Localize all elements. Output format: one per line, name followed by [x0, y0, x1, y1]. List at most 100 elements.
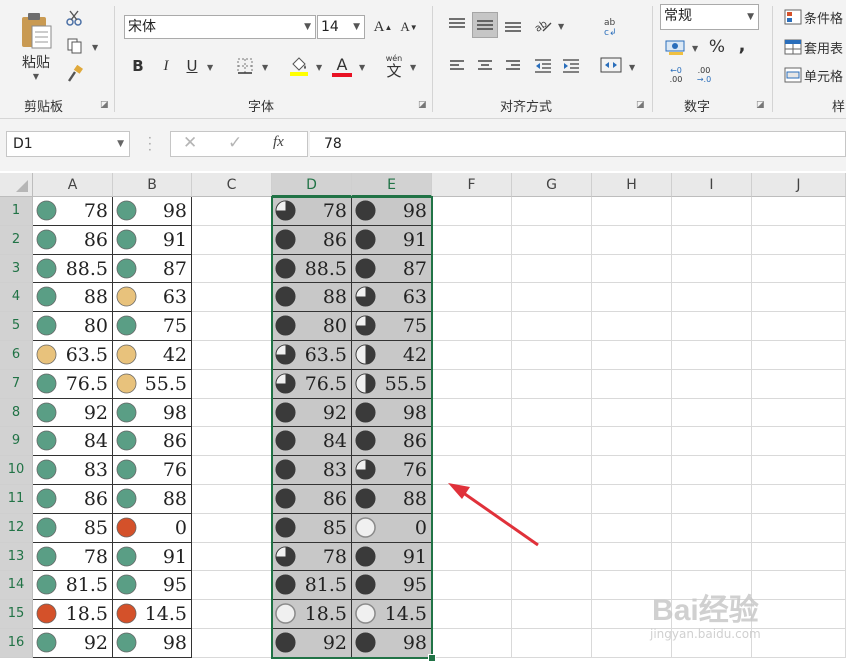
align-left-button[interactable] [446, 56, 468, 76]
row-header-11[interactable]: 11 [0, 485, 33, 514]
accounting-format-button[interactable] [664, 36, 688, 58]
cell-g14[interactable] [512, 571, 592, 601]
cell-d5[interactable]: 80 [272, 312, 352, 341]
cell-h4[interactable] [592, 283, 672, 313]
cell-b6[interactable]: 42 [113, 341, 192, 370]
cell-j7[interactable] [752, 369, 846, 399]
cell-g15[interactable] [512, 600, 592, 629]
cell-d7[interactable]: 76.5 [272, 369, 352, 399]
cell-g6[interactable] [512, 341, 592, 370]
cell-c1[interactable] [192, 197, 272, 226]
row-header-14[interactable]: 14 [0, 571, 33, 601]
cell-e10[interactable]: 76 [352, 456, 432, 485]
cell-f3[interactable] [432, 254, 512, 284]
accounting-dropdown-icon[interactable]: ▼ [692, 44, 698, 53]
cell-c5[interactable] [192, 312, 272, 341]
formula-input[interactable]: 78 [310, 131, 846, 157]
cell-g4[interactable] [512, 283, 592, 313]
cell-h3[interactable] [592, 254, 672, 284]
cell-b16[interactable]: 98 [113, 629, 192, 658]
cell-d2[interactable]: 86 [272, 225, 352, 255]
column-header-h[interactable]: H [592, 173, 672, 197]
cell-h6[interactable] [592, 341, 672, 370]
cell-b3[interactable]: 87 [113, 254, 192, 284]
cell-g16[interactable] [512, 629, 592, 658]
cell-h11[interactable] [592, 485, 672, 514]
cell-g2[interactable] [512, 225, 592, 255]
cell-f2[interactable] [432, 225, 512, 255]
cell-c14[interactable] [192, 571, 272, 601]
row-header-8[interactable]: 8 [0, 398, 33, 428]
cell-d8[interactable]: 92 [272, 398, 352, 428]
cell-c8[interactable] [192, 398, 272, 428]
cell-e2[interactable]: 91 [352, 225, 432, 255]
cell-i6[interactable] [672, 341, 752, 370]
underline-button[interactable]: U [182, 56, 202, 76]
cell-e9[interactable]: 86 [352, 427, 432, 457]
chevron-down-icon[interactable]: ▼ [117, 132, 124, 156]
number-format-combo[interactable]: 常规 ▼ [660, 4, 759, 30]
align-center-button[interactable] [474, 56, 496, 76]
cell-c6[interactable] [192, 341, 272, 370]
align-bottom-button[interactable] [502, 14, 524, 36]
cell-h2[interactable] [592, 225, 672, 255]
cell-h10[interactable] [592, 456, 672, 485]
font-color-dropdown-icon[interactable]: ▼ [359, 63, 365, 72]
formula-bar-grip-icon[interactable]: · · · [148, 132, 152, 156]
cell-b10[interactable]: 76 [113, 456, 192, 485]
cell-j11[interactable] [752, 485, 846, 514]
cell-e11[interactable]: 88 [352, 485, 432, 514]
cell-e3[interactable]: 87 [352, 254, 432, 284]
cell-h1[interactable] [592, 197, 672, 226]
underline-dropdown-icon[interactable]: ▼ [207, 63, 213, 72]
cell-a11[interactable]: 86 [33, 485, 113, 514]
increase-decimal-button[interactable]: ←0 .00 [664, 64, 688, 86]
cell-h12[interactable] [592, 513, 672, 543]
row-header-7[interactable]: 7 [0, 369, 33, 399]
cell-c7[interactable] [192, 369, 272, 399]
column-header-c[interactable]: C [192, 173, 272, 197]
cell-d6[interactable]: 63.5 [272, 341, 352, 370]
column-header-a[interactable]: A [33, 173, 113, 197]
cell-d13[interactable]: 78 [272, 542, 352, 572]
row-header-12[interactable]: 12 [0, 513, 33, 543]
cell-e4[interactable]: 63 [352, 283, 432, 313]
cell-f15[interactable] [432, 600, 512, 629]
cell-b8[interactable]: 98 [113, 398, 192, 428]
paste-button[interactable]: 粘贴 ▼ [14, 6, 58, 86]
cell-j14[interactable] [752, 571, 846, 601]
cell-j5[interactable] [752, 312, 846, 341]
cell-a12[interactable]: 85 [33, 513, 113, 543]
cell-a1[interactable]: 78 [33, 197, 113, 226]
cell-f4[interactable] [432, 283, 512, 313]
decrease-indent-button[interactable] [532, 56, 554, 76]
cell-h9[interactable] [592, 427, 672, 457]
cell-j2[interactable] [752, 225, 846, 255]
cell-b7[interactable]: 55.5 [113, 369, 192, 399]
cell-e5[interactable]: 75 [352, 312, 432, 341]
cell-b9[interactable]: 86 [113, 427, 192, 457]
cell-a13[interactable]: 78 [33, 542, 113, 572]
cell-d12[interactable]: 85 [272, 513, 352, 543]
row-header-10[interactable]: 10 [0, 456, 33, 485]
font-launcher-icon[interactable]: ◪ [418, 100, 427, 110]
cell-d9[interactable]: 84 [272, 427, 352, 457]
conditional-formatting-button[interactable]: 条件格 [784, 6, 846, 28]
cell-b4[interactable]: 63 [113, 283, 192, 313]
cell-e12[interactable]: 0 [352, 513, 432, 543]
cell-e6[interactable]: 42 [352, 341, 432, 370]
format-painter-button[interactable] [64, 64, 86, 84]
cell-e15[interactable]: 14.5 [352, 600, 432, 629]
cell-b13[interactable]: 91 [113, 542, 192, 572]
cell-i11[interactable] [672, 485, 752, 514]
bold-button[interactable]: B [128, 56, 148, 76]
fill-handle[interactable] [428, 653, 436, 662]
cell-d1[interactable]: 78 [272, 197, 352, 226]
cell-g3[interactable] [512, 254, 592, 284]
cell-b11[interactable]: 88 [113, 485, 192, 514]
cell-f16[interactable] [432, 629, 512, 658]
cell-g8[interactable] [512, 398, 592, 428]
align-top-button[interactable] [446, 14, 468, 36]
increase-font-button[interactable]: A ▲ [372, 16, 394, 38]
clipboard-launcher-icon[interactable]: ◪ [100, 100, 109, 110]
